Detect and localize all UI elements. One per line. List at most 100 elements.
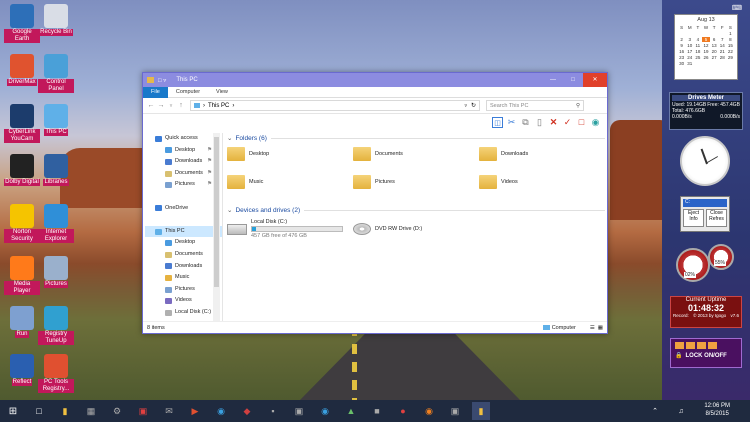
desktop-icon[interactable]: PC Tools Registry... <box>38 354 74 393</box>
sidebar-controls[interactable]: ⌨ <box>672 4 742 14</box>
eject-info-button[interactable]: Eject Info <box>683 209 704 227</box>
address-bar[interactable]: › This PC › ▿ ↻ <box>190 100 480 111</box>
nav-scrollbar[interactable] <box>213 133 220 321</box>
taskbar-app-icon[interactable]: ▮ <box>56 402 74 420</box>
taskbar-app-3-icon[interactable]: ◆ <box>238 402 256 420</box>
mail-icon[interactable]: ✉ <box>160 402 178 420</box>
desktop-icon[interactable]: Internet Explorer <box>38 204 74 243</box>
downloads-folder[interactable]: Downloads <box>479 147 528 161</box>
network-icon[interactable]: ◉ <box>590 117 601 128</box>
properties-icon[interactable]: □ <box>576 117 587 128</box>
volume-icon[interactable]: ♫ <box>672 402 690 420</box>
nav-item[interactable]: Documents ⚑ <box>145 168 222 180</box>
taskbar-clock[interactable]: 12:06 PM 8/5/2015 <box>704 402 730 418</box>
nav-item[interactable]: Local Disk (C:) <box>145 307 222 319</box>
store-icon[interactable]: ▣ <box>134 402 152 420</box>
details-view-icon[interactable]: ☰ <box>590 325 595 331</box>
documents-folder[interactable]: Documents <box>353 147 403 161</box>
videos-folder[interactable]: Videos <box>479 175 518 189</box>
search-input[interactable]: Search This PC ⚲ <box>486 100 584 111</box>
taskbar-app-6-icon[interactable]: ◉ <box>316 402 334 420</box>
desktop-icon[interactable]: Control Panel <box>38 54 74 93</box>
tray-chevron-icon[interactable]: ⌃ <box>646 402 664 420</box>
desktop-folder[interactable]: Desktop <box>227 147 269 161</box>
pin-icon[interactable]: ⚑ <box>207 145 212 157</box>
cut-icon[interactable]: ✂ <box>506 117 517 128</box>
tab-computer[interactable]: Computer <box>168 87 208 98</box>
quick-access-toolbar[interactable]: □ ▿ <box>158 77 166 84</box>
taskbar-app-4-icon[interactable]: ▪ <box>264 402 282 420</box>
settings-icon[interactable]: ⚙ <box>108 402 126 420</box>
nav-item[interactable]: Downloads ⚑ <box>145 156 222 168</box>
collapse-chevron-icon[interactable]: ⌄ <box>227 206 232 214</box>
nav-item[interactable]: Documents <box>145 249 222 261</box>
nav-item[interactable]: Videos <box>145 295 222 307</box>
pin-icon[interactable]: ⚑ <box>207 156 212 168</box>
desktop-icon[interactable]: This PC <box>38 104 74 136</box>
address-dropdown-icon[interactable]: ▿ <box>464 103 467 109</box>
taskbar-app-8-icon[interactable]: ■ <box>368 402 386 420</box>
calculator-icon[interactable]: ▦ <box>82 402 100 420</box>
taskbar-app-7-icon[interactable]: ▲ <box>342 402 360 420</box>
lock-toggle-label[interactable]: LOCK ON/OFF <box>685 353 726 359</box>
taskbar-app-10-icon[interactable]: ▣ <box>446 402 464 420</box>
drive-d[interactable]: DVD RW Drive (D:) <box>353 223 422 235</box>
taskbar-app-9-icon[interactable]: ● <box>394 402 412 420</box>
desktop-icon[interactable]: Norton Security <box>4 204 40 243</box>
desktop-icon[interactable]: CyberLink YouCam <box>4 104 40 143</box>
up-button[interactable]: ↑ <box>176 102 186 109</box>
nav-item[interactable]: Downloads <box>145 261 222 273</box>
pin-icon[interactable]: ⚑ <box>207 168 212 180</box>
desktop-icon[interactable]: Libraries <box>38 154 74 186</box>
desktop-icon[interactable]: Run <box>4 306 40 338</box>
desktop-icon[interactable]: Media Player <box>4 256 40 295</box>
check-icon[interactable]: ✓ <box>562 117 573 128</box>
large-icons-view-icon[interactable]: ▦ <box>598 325 603 331</box>
desktop-icon[interactable]: Reflect <box>4 354 40 386</box>
back-button[interactable]: ← <box>146 102 156 109</box>
nav-item[interactable]: Pictures ⚑ <box>145 179 222 191</box>
maximize-button[interactable]: □ <box>563 77 583 83</box>
nav-item[interactable]: Desktop <box>145 237 222 249</box>
breadcrumb[interactable]: This PC <box>208 103 229 109</box>
task-view-icon[interactable]: □ <box>30 402 48 420</box>
recent-dropdown[interactable]: ▿ <box>166 103 176 109</box>
firefox-icon[interactable]: ◉ <box>420 402 438 420</box>
nav-item[interactable]: This PC <box>145 225 222 238</box>
drive-c[interactable]: Local Disk (C:) 457 GB free of 476 GB <box>227 219 343 239</box>
tab-file[interactable]: File <box>143 86 168 98</box>
pin-icon[interactable]: ⚑ <box>207 179 212 191</box>
minimize-button[interactable]: — <box>543 77 563 83</box>
nav-item[interactable]: Desktop ⚑ <box>145 145 222 157</box>
lock-gadget[interactable]: 🔒 LOCK ON/OFF <box>670 338 742 368</box>
nav-item[interactable]: Quick access <box>145 133 222 145</box>
view-pane-icon[interactable]: ◫ <box>492 116 503 128</box>
nav-item[interactable]: Pictures <box>145 284 222 296</box>
folders-group-header[interactable]: ⌄ Folders (6) <box>227 133 605 143</box>
desktop-icon[interactable]: DriverMax <box>4 54 40 86</box>
paste-icon[interactable]: ▯ <box>534 117 545 128</box>
desktop-icon[interactable]: Recycle Bin <box>38 4 74 36</box>
music-folder[interactable]: Music <box>227 175 263 189</box>
file-explorer-taskbar-icon[interactable]: ▮ <box>472 402 490 420</box>
eject-drive-select[interactable]: C: <box>683 199 727 207</box>
drives-group-header[interactable]: ⌄ Devices and drives (2) <box>227 205 605 215</box>
nav-scrollbar-thumb[interactable] <box>214 137 219 287</box>
close-button[interactable]: ✕ <box>583 73 607 87</box>
desktop-icon[interactable]: Registry TuneUp <box>38 306 74 345</box>
desktop-icon[interactable]: Google Earth <box>4 4 40 43</box>
pictures-folder[interactable]: Pictures <box>353 175 395 189</box>
copy-icon[interactable]: ⧉ <box>520 117 531 128</box>
taskbar-app-5-icon[interactable]: ▣ <box>290 402 308 420</box>
forward-button[interactable]: → <box>156 102 166 109</box>
taskbar-app-2-icon[interactable]: ◉ <box>212 402 230 420</box>
desktop-icon[interactable]: Pictures <box>38 256 74 288</box>
add-gadget-icon[interactable]: ⌨ <box>732 5 742 12</box>
tab-view[interactable]: View <box>208 87 236 98</box>
close-refresh-button[interactable]: Close Refres <box>706 209 727 227</box>
collapse-chevron-icon[interactable]: ⌄ <box>227 134 232 142</box>
nav-item[interactable]: Music <box>145 272 222 284</box>
nav-item[interactable]: OneDrive <box>145 203 222 215</box>
start-button[interactable]: ⊞ <box>4 402 22 420</box>
title-bar[interactable]: □ ▿ This PC — □ ✕ <box>143 73 607 87</box>
